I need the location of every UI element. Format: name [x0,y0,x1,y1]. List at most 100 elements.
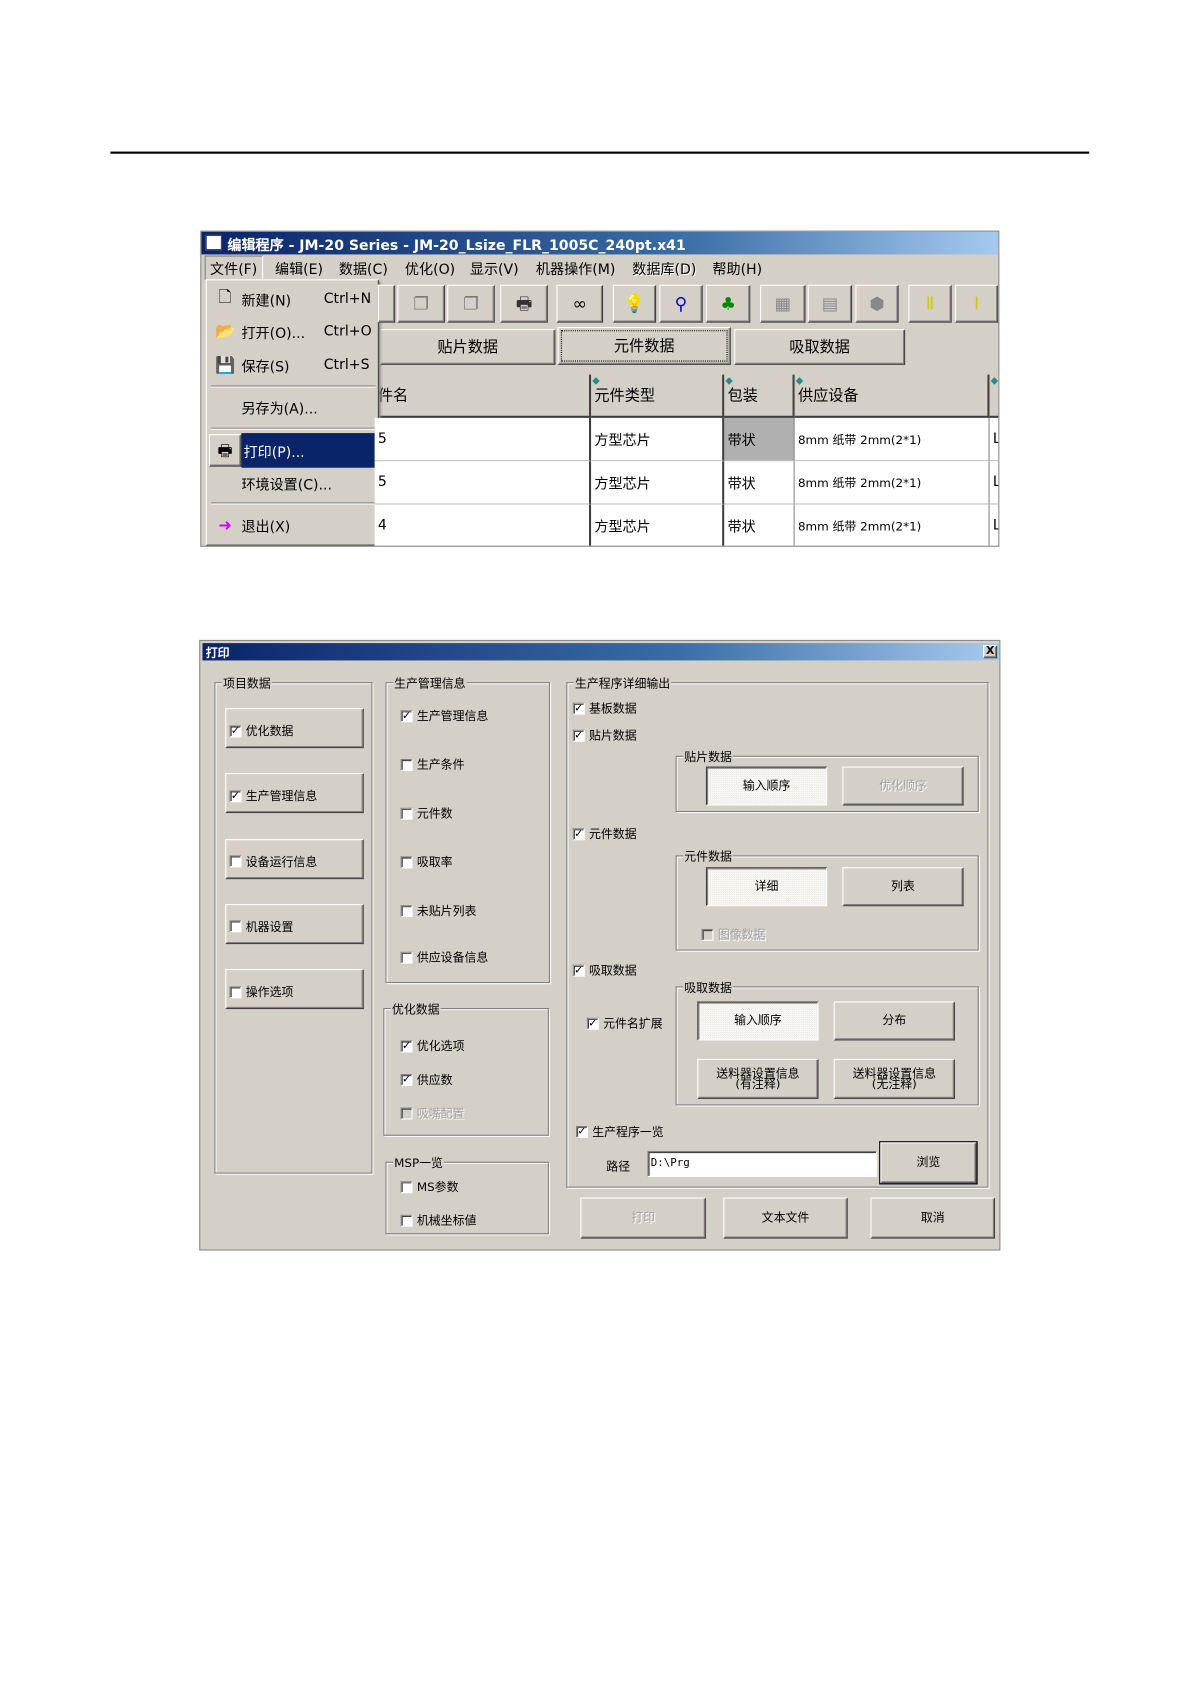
header-label: 件名 [377,387,409,405]
toolbar-button[interactable]: Ⅱ [908,284,952,323]
cell-type: 方型芯片 [591,417,725,462]
project-option[interactable]: 设备运行信息 [225,838,364,879]
close-button[interactable]: X [983,645,998,659]
opt-checkbox[interactable]: ✓ 供应数 [400,1071,453,1088]
component-data-checkbox[interactable]: ✓ 元件数据 [572,825,637,842]
checkbox: ✓ [400,1039,413,1052]
column-header-pack[interactable]: ◆ 包装 [724,374,795,418]
path-input[interactable]: D:\Prg [647,1150,877,1177]
toolbar-button[interactable]: ⬢ [855,284,899,323]
checkbox-label: 元件名扩展 [603,1016,663,1031]
cell-pack[interactable]: 带状 [724,417,795,462]
project-option[interactable]: 机器设置 [225,903,364,944]
menu-optimize[interactable]: 优化(O) [405,258,455,278]
editor-title-bar: 编辑程序 - JM-20 Series - JM-20_Lsize_FLR_10… [201,231,999,255]
cell-name: 4 [374,504,592,546]
toolbar-button[interactable]: 🖶 [500,284,548,323]
cell-pack[interactable]: 带状 [724,504,795,546]
checkbox-label: 供应数 [416,1072,453,1088]
group-label: 生产管理信息 [393,674,467,692]
prod-checkbox[interactable]: 生产条件 [400,756,464,773]
menu-item-save-as[interactable]: 另存为(A)... [209,392,378,422]
checkbox: ✓ [400,709,413,722]
cell-type: 方型芯片 [591,461,725,505]
prod-checkbox[interactable]: 吸取率 [400,853,453,870]
prod-checkbox[interactable]: 未贴片列表 [400,902,476,919]
menu-item-open[interactable]: 📂 打开(O)... Ctrl+O [209,316,378,346]
cell-pack[interactable]: 带状 [724,461,795,505]
menu-edit[interactable]: 编辑(E) [275,258,323,278]
text-file-button[interactable]: 文本文件 [723,1197,848,1239]
shortcut-label: Ctrl+O [323,323,372,340]
column-header-more[interactable]: ◆ [989,374,999,418]
menu-item-new[interactable]: 🗋 新建(N) Ctrl+N [209,284,378,314]
detail-button[interactable]: 详细 [705,867,828,907]
toolbar-button[interactable]: ❐ [397,284,445,323]
button-label: 详细 [754,879,779,894]
list-button[interactable]: 列表 [842,867,964,907]
button-label: 优化顺序 [879,778,927,793]
tab-placement-data[interactable]: 贴片数据 [380,329,556,365]
toolbar-button-partial[interactable] [377,284,396,323]
toolbar-button[interactable]: ▤ [807,284,853,323]
distribution-button[interactable]: 分布 [833,1001,955,1041]
project-option[interactable]: ✓ 生产管理信息 [225,773,364,814]
menu-item-exit[interactable]: ➜ 退出(X) [209,510,378,540]
toolbar-button[interactable]: ⚲ [659,284,703,323]
optimize-order-button: 优化顺序 [842,766,964,806]
checkbox-3[interactable]: 机器设置 [229,918,293,935]
group-label: 项目数据 [221,674,272,692]
save-icon: 💾 [215,355,236,375]
prod-checkbox[interactable]: 元件数 [400,804,453,821]
toolbar-button[interactable]: ▦ [760,284,806,323]
cell-feeder: 8mm 纸带 2mm(2*1) [794,504,990,546]
menu-help[interactable]: 帮助(H) [712,258,762,278]
input-order-button[interactable]: 输入顺序 [705,766,828,806]
menu-item-settings[interactable]: 环境设置(C)... [209,468,378,498]
program-list-checkbox[interactable]: ✓ 生产程序一览 [575,1123,664,1140]
pickup-data-checkbox[interactable]: ✓ 吸取数据 [572,961,637,978]
toolbar-button[interactable]: 💡 [612,284,657,323]
msp-checkbox[interactable]: 机械坐标値 [400,1212,476,1229]
menu-data[interactable]: 数据(C) [339,258,388,278]
toolbar-button[interactable]: ∞ [556,284,604,323]
menu-item-print[interactable]: 🖶 打印(P)... [208,433,378,468]
checkbox-4[interactable]: 操作选项 [229,983,293,1000]
menu-file[interactable]: 文件(F) [204,255,263,281]
checkbox-2[interactable]: 设备运行信息 [229,853,317,870]
menu-machine[interactable]: 机器操作(M) [536,258,615,278]
prod-checkbox[interactable]: ✓ 生产管理信息 [400,707,488,724]
msp-checkbox[interactable]: MS参数 [400,1178,459,1195]
feeder-info-without-notes-button[interactable]: 送料器设置信息 (无注释) [833,1058,955,1099]
opt-checkbox[interactable]: ✓ 优化选项 [400,1037,464,1054]
tab-component-data[interactable]: 元件数据 [557,326,731,365]
column-header-feeder[interactable]: ◆ 供应设备 [794,374,990,418]
pickup-input-order-button[interactable]: 输入顺序 [697,1001,819,1041]
toolbar-button[interactable]: Ⅰ [954,284,999,323]
menu-database: 数据库(D) [632,262,697,279]
checkbox-label: 吸取率 [416,855,453,870]
checkbox-1[interactable]: ✓ 生产管理信息 [229,787,317,804]
project-option[interactable]: 操作选项 [225,969,364,1010]
feeder-info-with-notes-button[interactable]: 送料器设置信息 (有注释) [697,1058,819,1099]
menu-view[interactable]: 显示(V) [470,258,519,278]
project-option[interactable]: ✓ 优化数据 [225,708,364,749]
board-data-checkbox[interactable]: ✓ 基板数据 [572,699,637,716]
toolbar-button[interactable]: ❐ [447,284,495,323]
checkbox-label: 元件数 [416,806,453,821]
prod-checkbox[interactable]: 供应设备信息 [400,948,488,965]
editor-title: 编辑程序 - JM-20 Series - JM-20_Lsize_FLR_10… [227,238,686,255]
checkbox: ✓ [400,1073,413,1086]
cancel-button[interactable]: 取消 [870,1197,996,1239]
toolbar-button[interactable]: ♣ [705,284,751,323]
checkbox [229,920,242,933]
browse-button[interactable]: 浏览 [879,1141,978,1185]
column-header-name[interactable]: 件名 [374,374,592,418]
checkbox-0[interactable]: ✓ 优化数据 [229,722,293,739]
name-extension-checkbox[interactable]: ✓ 元件名扩展 [586,1014,663,1031]
tab-pickup-data[interactable]: 吸取数据 [734,329,906,365]
menu-item-save[interactable]: 💾 保存(S) Ctrl+S [209,350,378,380]
placement-data-checkbox[interactable]: ✓ 贴片数据 [572,726,637,743]
column-header-type[interactable]: ◆ 元件类型 [591,374,725,418]
group-label: 元件数据 [683,847,733,866]
